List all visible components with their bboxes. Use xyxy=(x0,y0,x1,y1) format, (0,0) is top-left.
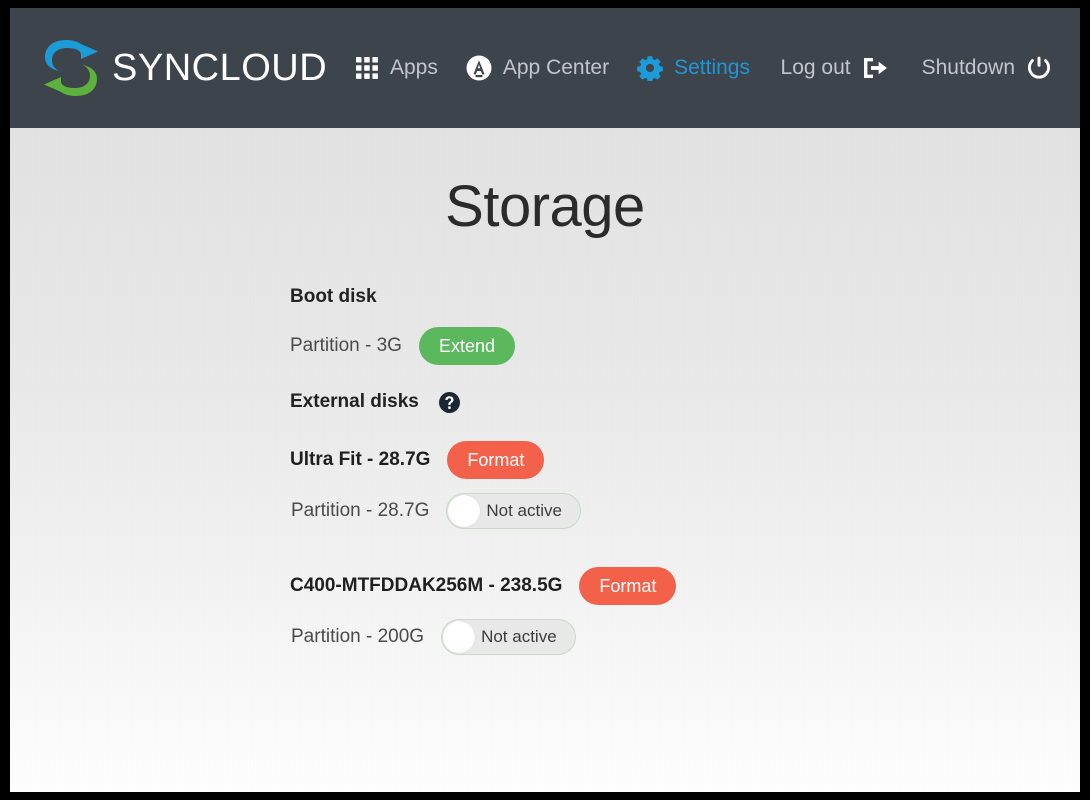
syncloud-logo-icon xyxy=(40,39,102,97)
external-disks-heading: External disks xyxy=(290,391,1080,413)
partition-row: Partition - 200G Not active xyxy=(290,614,1080,660)
content-area: Storage Boot disk Partition - 3G Extend … xyxy=(10,128,1080,792)
sign-out-icon xyxy=(862,56,888,80)
toggle-label: Not active xyxy=(481,627,557,646)
page-title: Storage xyxy=(445,174,645,239)
question-mark-circle-icon[interactable] xyxy=(438,391,460,413)
browser-page: SYNCLOUD Apps App Center Settings Log ou… xyxy=(10,8,1080,792)
format-button[interactable]: Format xyxy=(447,440,545,480)
extend-button[interactable]: Extend xyxy=(418,326,515,366)
secondary-nav: Log out Shutdown xyxy=(747,8,1052,128)
partition-row: Partition - 28.7G Not active xyxy=(290,488,1080,534)
boot-disk-heading-label: Boot disk xyxy=(290,286,377,307)
partition-activate-toggle[interactable]: Not active xyxy=(441,619,576,655)
partition-label: Partition - 200G xyxy=(291,626,425,647)
logout-label: Log out xyxy=(780,56,851,79)
format-button[interactable]: Format xyxy=(579,566,677,606)
gear-icon xyxy=(637,55,663,81)
boot-partition-row: Partition - 3G Extend xyxy=(290,323,1080,369)
toggle-knob xyxy=(443,621,476,653)
storage-panel: Boot disk Partition - 3G Extend External… xyxy=(10,286,1080,660)
apps-grid-icon xyxy=(355,56,379,80)
disk-title: C400-MTFDDAK256M - 238.5G xyxy=(290,575,563,596)
nav-item-apps-label: Apps xyxy=(390,56,438,79)
partition-label: Partition - 28.7G xyxy=(291,500,430,521)
brand-logo-link[interactable]: SYNCLOUD xyxy=(40,38,327,98)
nav-item-app-center[interactable]: App Center xyxy=(465,55,610,81)
top-navigation-bar: SYNCLOUD Apps App Center Settings Log ou… xyxy=(10,8,1080,128)
nav-item-app-center-label: App Center xyxy=(502,56,610,79)
shutdown-label: Shutdown xyxy=(921,56,1015,79)
disk-title: Ultra Fit - 28.7G xyxy=(290,449,431,470)
shutdown-button[interactable]: Shutdown xyxy=(922,55,1052,81)
toggle-label: Not active xyxy=(486,501,562,520)
external-disks-heading-label: External disks xyxy=(290,391,419,412)
app-center-icon xyxy=(465,55,492,81)
partition-activate-toggle[interactable]: Not active xyxy=(446,493,581,529)
boot-disk-heading: Boot disk xyxy=(290,286,1080,308)
nav-item-settings-label: Settings xyxy=(674,56,750,79)
toggle-knob xyxy=(448,495,481,527)
disk-row: Ultra Fit - 28.7G Format xyxy=(290,435,1080,485)
disk-row: C400-MTFDDAK256M - 238.5G Format xyxy=(290,561,1080,611)
nav-item-apps[interactable]: Apps xyxy=(355,56,438,80)
logout-button[interactable]: Log out xyxy=(781,56,888,80)
boot-partition-label: Partition - 3G xyxy=(290,335,402,356)
nav-item-settings[interactable]: Settings xyxy=(637,55,750,81)
power-icon xyxy=(1026,55,1052,81)
screen-frame: SYNCLOUD Apps App Center Settings Log ou… xyxy=(0,0,1090,800)
primary-nav: Apps App Center Settings xyxy=(355,8,778,128)
brand-name: SYNCLOUD xyxy=(112,46,328,89)
